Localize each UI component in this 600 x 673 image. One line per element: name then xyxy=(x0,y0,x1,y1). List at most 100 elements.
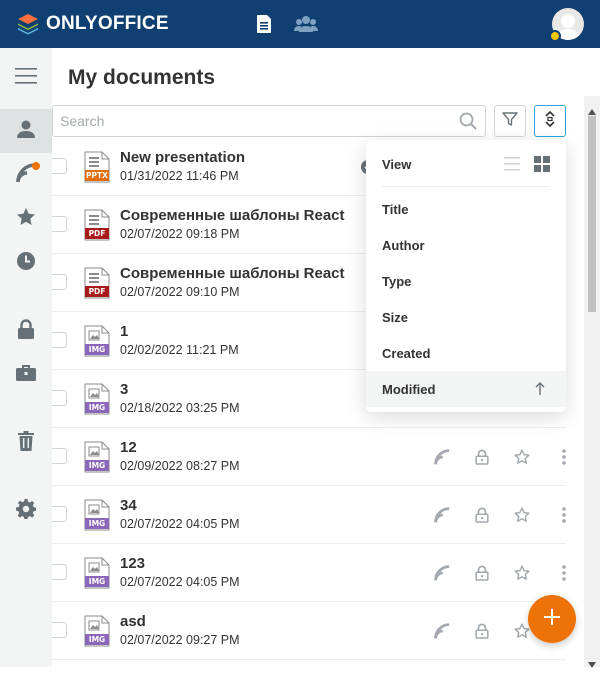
sidebar-menu-button[interactable] xyxy=(0,56,52,100)
page-title: My documents xyxy=(68,66,216,89)
row-checkbox[interactable] xyxy=(52,622,67,638)
sort-icon xyxy=(542,110,558,133)
clock-icon xyxy=(16,251,36,276)
sort-option-title[interactable]: Title xyxy=(366,191,566,227)
sidebar-item-common[interactable] xyxy=(0,353,52,397)
file-date: 01/31/2022 11:46 PM xyxy=(120,169,239,183)
share-icon[interactable] xyxy=(432,563,452,583)
share-icon[interactable] xyxy=(432,505,452,525)
file-type-tag: IMG xyxy=(88,519,106,528)
sidebar-item-trash[interactable] xyxy=(0,421,52,465)
sidebar-item-favorites[interactable] xyxy=(0,197,52,241)
file-date: 02/07/2022 09:27 PM xyxy=(120,633,240,647)
vertical-scrollbar[interactable] xyxy=(584,96,600,668)
sort-option-type[interactable]: Type xyxy=(366,263,566,299)
file-name[interactable]: asd xyxy=(120,613,146,630)
sort-option-modified[interactable]: Modified xyxy=(366,371,566,407)
sort-direction-arrow-icon[interactable] xyxy=(535,382,545,400)
file-row[interactable]: IMG 12 02/09/2022 08:27 PM xyxy=(52,428,566,486)
sidebar-item-shared[interactable] xyxy=(0,153,52,197)
filter-button[interactable] xyxy=(494,105,526,137)
lock-icon[interactable] xyxy=(472,621,492,641)
scroll-down-arrow-icon[interactable] xyxy=(588,655,596,673)
search-input[interactable] xyxy=(60,113,440,129)
onlyoffice-logo-icon xyxy=(18,14,38,35)
more-options-icon[interactable] xyxy=(554,563,574,583)
star-icon[interactable] xyxy=(512,505,532,525)
file-type-tag: PDF xyxy=(88,229,106,238)
file-name[interactable]: 12 xyxy=(120,439,137,456)
file-row[interactable]: IMG asd 02/07/2022 09:27 PM xyxy=(52,602,566,660)
file-type-tag: IMG xyxy=(88,345,106,354)
sidebar-item-settings[interactable] xyxy=(0,489,52,533)
file-name[interactable]: 1 xyxy=(120,323,128,340)
lock-icon[interactable] xyxy=(472,563,492,583)
image-file-icon: IMG xyxy=(84,383,110,415)
lock-icon[interactable] xyxy=(472,447,492,467)
view-label: View xyxy=(382,157,412,172)
pdf-file-icon: PDF xyxy=(84,267,110,299)
row-checkbox[interactable] xyxy=(52,216,67,232)
file-date: 02/09/2022 08:27 PM xyxy=(120,459,240,473)
file-row[interactable]: IMG 123 02/07/2022 04:05 PM xyxy=(52,544,566,602)
sort-dropdown: View Title Author Type Size Created Modified xyxy=(366,140,566,412)
file-type-tag: PDF xyxy=(88,287,106,296)
pdf-file-icon: PDF xyxy=(84,209,110,241)
list-view-icon[interactable] xyxy=(504,156,520,177)
sort-option-size[interactable]: Size xyxy=(366,299,566,335)
file-date: 02/07/2022 09:10 PM xyxy=(120,285,240,299)
file-name[interactable]: 123 xyxy=(120,555,145,572)
create-new-button[interactable] xyxy=(528,595,576,643)
sort-option-author[interactable]: Author xyxy=(366,227,566,263)
image-file-icon: IMG xyxy=(84,615,110,647)
search-icon[interactable] xyxy=(459,112,477,135)
share-icon[interactable] xyxy=(432,447,452,467)
more-options-icon[interactable] xyxy=(554,505,574,525)
file-name[interactable]: New presentation xyxy=(120,149,245,166)
image-file-icon: IMG xyxy=(84,325,110,357)
star-icon[interactable] xyxy=(512,563,532,583)
sidebar-item-my-documents[interactable] xyxy=(0,109,52,153)
tile-view-icon[interactable] xyxy=(534,156,550,177)
row-checkbox[interactable] xyxy=(52,506,67,522)
file-row[interactable]: IMG 34 02/07/2022 04:05 PM xyxy=(52,486,566,544)
trash-icon xyxy=(17,430,35,456)
row-checkbox[interactable] xyxy=(52,390,67,406)
sort-option-created[interactable]: Created xyxy=(366,335,566,371)
more-options-icon[interactable] xyxy=(554,447,574,467)
pptx-file-icon: PPTX xyxy=(84,151,110,183)
plus-icon xyxy=(542,607,562,632)
file-type-tag: IMG xyxy=(88,461,106,470)
people-icon[interactable] xyxy=(294,12,318,36)
row-checkbox[interactable] xyxy=(52,332,67,348)
scrollbar-thumb[interactable] xyxy=(588,116,596,312)
star-icon[interactable] xyxy=(512,447,532,467)
lock-icon[interactable] xyxy=(472,505,492,525)
row-checkbox[interactable] xyxy=(52,158,67,174)
file-name[interactable]: 3 xyxy=(120,381,128,398)
sort-option-label: Type xyxy=(382,274,412,289)
sort-button[interactable] xyxy=(534,105,566,137)
file-name[interactable]: Современные шаблоны React xyxy=(120,265,345,282)
sidebar-item-recent[interactable] xyxy=(0,241,52,285)
documents-icon[interactable] xyxy=(252,12,276,36)
share-icon[interactable] xyxy=(432,621,452,641)
avatar-status-badge xyxy=(549,30,561,42)
onlyoffice-logo[interactable]: ONLYOFFICE xyxy=(16,12,169,36)
row-checkbox[interactable] xyxy=(52,448,67,464)
sort-option-label: Modified xyxy=(382,382,436,397)
file-name[interactable]: Современные шаблоны React xyxy=(120,207,345,224)
file-name[interactable]: 34 xyxy=(120,497,137,514)
image-file-icon: IMG xyxy=(84,499,110,531)
file-date: 02/02/2022 11:21 PM xyxy=(120,343,239,357)
star-icon xyxy=(16,207,36,232)
image-file-icon: IMG xyxy=(84,441,110,473)
logo-text: ONLYOFFICE xyxy=(46,13,169,34)
sort-option-label: Author xyxy=(382,238,425,253)
row-checkbox[interactable] xyxy=(52,274,67,290)
search-box[interactable] xyxy=(52,105,486,137)
gear-icon xyxy=(16,498,37,524)
file-type-tag: PPTX xyxy=(86,171,108,180)
sidebar-item-private[interactable] xyxy=(0,309,52,353)
row-checkbox[interactable] xyxy=(52,564,67,580)
